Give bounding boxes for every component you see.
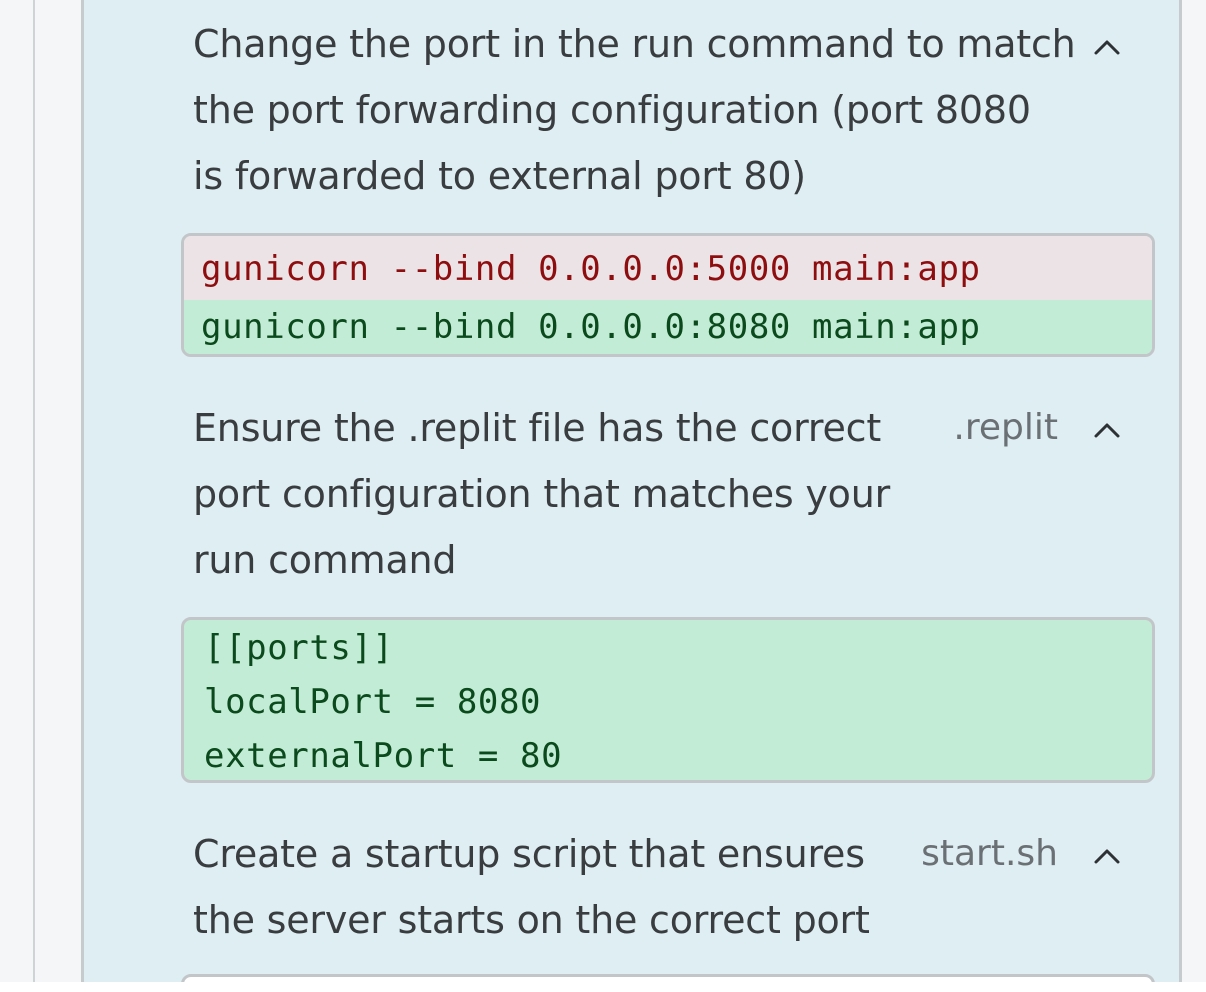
step-1-line: the port forwarding configuration (port … [193,88,1031,132]
diff-removed-line: gunicorn --bind 0.0.0.0:5000 main:app [184,236,1152,300]
step-3-line: Create a startup script that ensures [193,832,865,876]
bottom-edge [0,982,1206,992]
code-added-line: localPort = 8080 [204,682,542,722]
step-1-diff: gunicorn --bind 0.0.0.0:5000 main:app gu… [181,233,1155,357]
step-2-line: port configuration that matches your [193,472,891,516]
chevron-up-icon[interactable] [1092,33,1122,63]
step-2-code: [[ports]] localPort = 8080 externalPort … [181,617,1155,783]
step-2-description: Ensure the .replit file has the correct … [193,395,890,593]
step-1-line: is forwarded to external port 80) [193,154,806,198]
code-added-line: externalPort = 80 [204,736,563,776]
plan-steps-panel: Change the port in the run command to ma… [81,0,1182,982]
chevron-up-icon[interactable] [1092,416,1122,446]
step-2-line: run command [193,538,457,582]
step-2-line: Ensure the .replit file has the correct [193,406,882,450]
step-3-line: the server starts on the correct port [193,898,870,942]
code-added-line: [[ports]] [204,628,394,668]
step-3-code [181,974,1155,982]
diff-added-line: gunicorn --bind 0.0.0.0:8080 main:app [184,300,1152,354]
step-1-description: Change the port in the run command to ma… [193,11,1076,209]
chevron-up-icon[interactable] [1092,842,1122,872]
step-1-line: Change the port in the run command to ma… [193,22,1076,66]
outer-thread-line [33,0,35,982]
step-3-file-label: start.sh [921,833,1058,874]
step-3-description: Create a startup script that ensures the… [193,821,870,953]
step-1[interactable]: Change the port in the run command to ma… [193,11,1143,211]
step-2-file-label: .replit [953,407,1058,448]
